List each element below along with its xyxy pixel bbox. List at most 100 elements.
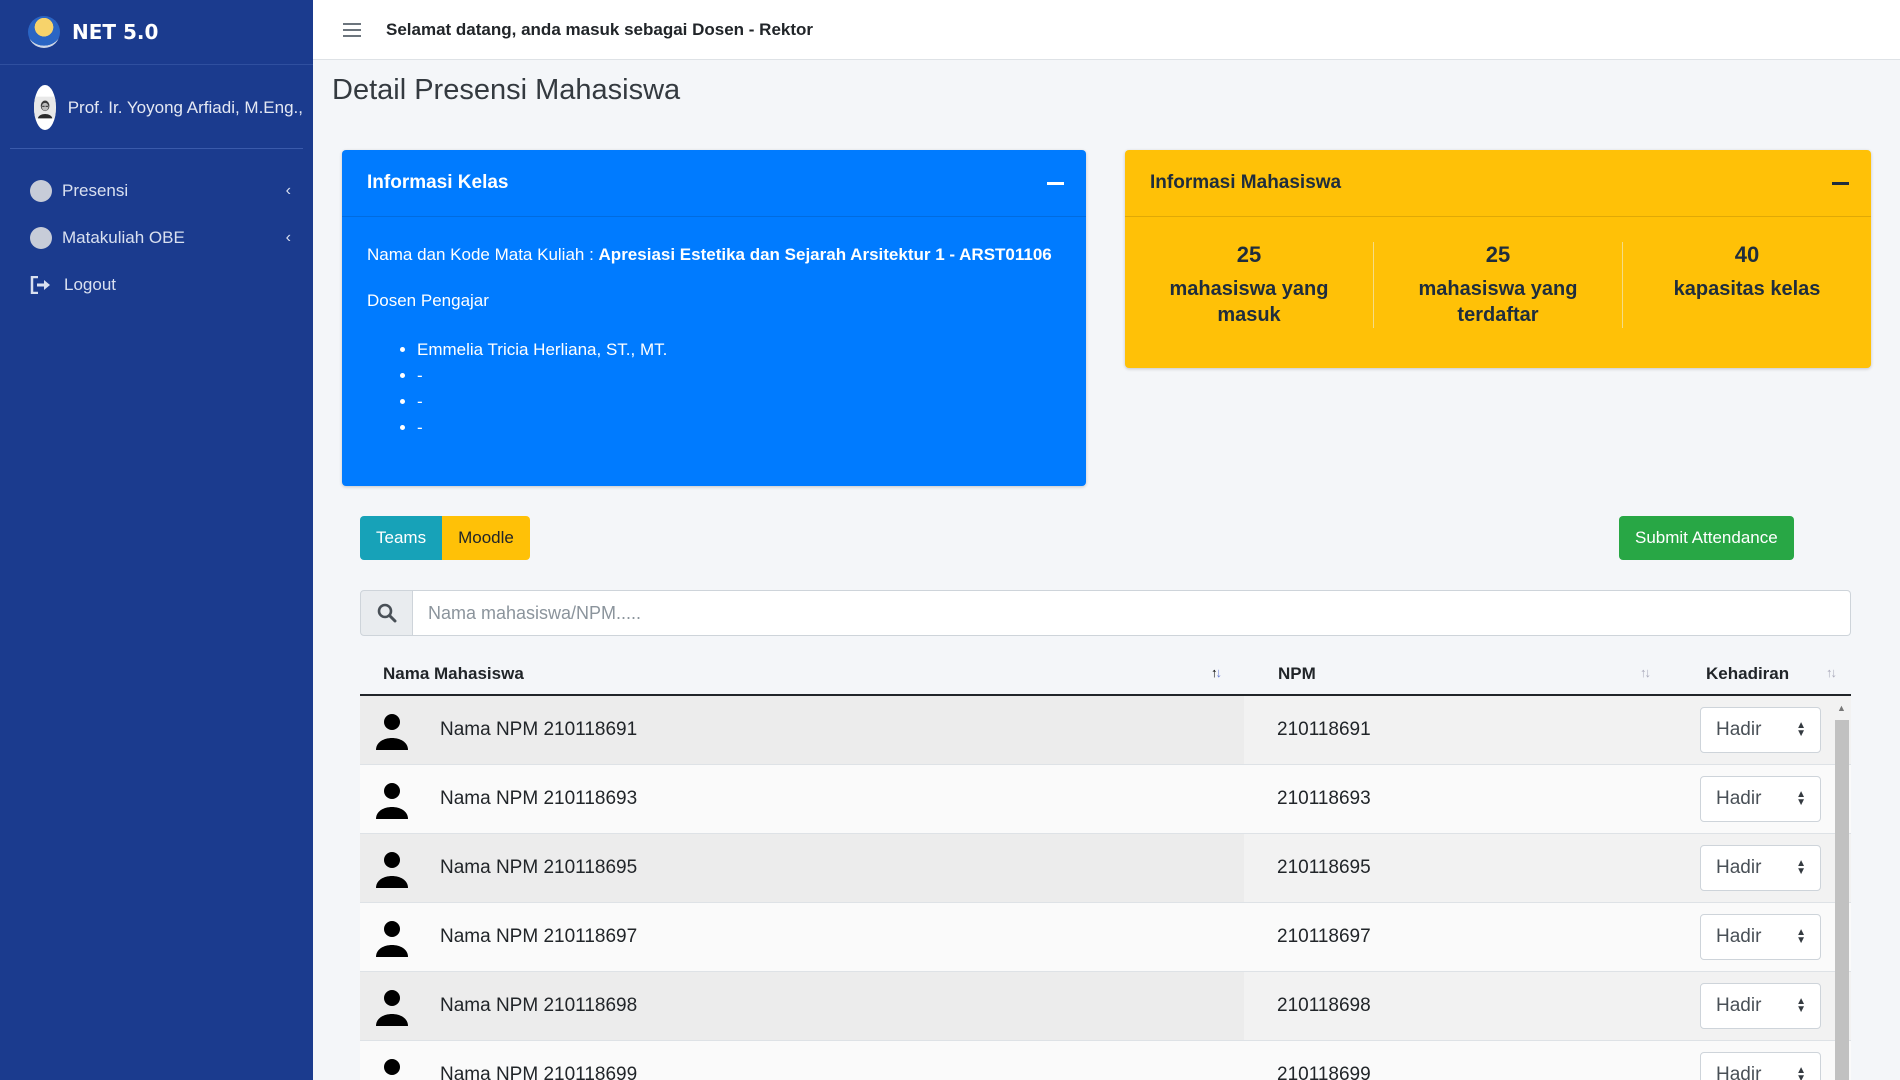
teams-button[interactable]: Teams <box>360 516 443 560</box>
brand-link[interactable]: NET 5.0 <box>0 0 313 65</box>
student-name: Nama NPM 210118697 <box>440 926 638 947</box>
card-informasi-kelas: Informasi Kelas Nama dan Kode Mata Kulia… <box>342 150 1086 486</box>
logout-icon <box>30 275 54 294</box>
kehadiran-select[interactable]: Hadir ▲ ▼ <box>1700 1052 1821 1080</box>
submit-attendance-button[interactable]: Submit Attendance <box>1619 516 1794 560</box>
table-scrollbar[interactable]: ▲ <box>1832 703 1851 1080</box>
scroll-thumb[interactable] <box>1835 720 1849 1080</box>
stat-terdaftar: 25 mahasiswa yang terdaftar <box>1373 242 1622 328</box>
person-icon <box>384 1059 400 1075</box>
cell-nama: Nama NPM 210118695 <box>360 834 1244 902</box>
sort-icon[interactable]: ↑↓ <box>1211 665 1222 680</box>
table-header: Nama Mahasiswa ↑↓ NPM ↑↓ Kehadiran ↑↓ <box>360 654 1851 696</box>
menu-toggle-icon[interactable] <box>343 22 361 37</box>
welcome-text: Selamat datang, anda masuk sebagai Dosen… <box>386 19 814 39</box>
collapse-minus-icon[interactable] <box>1047 182 1064 185</box>
select-arrows-icon: ▲ ▼ <box>1796 858 1806 877</box>
collapse-minus-icon[interactable] <box>1832 182 1849 185</box>
student-name: Nama NPM 210118698 <box>440 995 638 1016</box>
avatar <box>34 85 56 130</box>
table-row: Nama NPM 210118697 210118697 Hadir ▲ ▼ <box>360 903 1851 972</box>
topbar: Selamat datang, anda masuk sebagai Dosen… <box>313 0 1900 60</box>
person-icon <box>376 714 408 750</box>
cell-npm: 210118697 <box>1277 926 1371 947</box>
column-header-npm[interactable]: NPM <box>1278 654 1316 694</box>
dosen-item: - <box>417 389 1061 415</box>
moodle-button[interactable]: Moodle <box>442 516 530 560</box>
cell-nama: Nama NPM 210118698 <box>360 972 1244 1040</box>
course-value: Apresiasi Estetika dan Sejarah Arsitektu… <box>598 245 1052 264</box>
stat-masuk: 25 mahasiswa yang masuk <box>1125 242 1373 328</box>
cell-nama: Nama NPM 210118697 <box>360 903 1244 971</box>
circle-icon <box>30 179 52 202</box>
select-arrows-icon: ▲ ▼ <box>1796 789 1806 808</box>
cell-npm: 210118699 <box>1277 1064 1371 1080</box>
cell-npm: 210118698 <box>1277 995 1371 1016</box>
select-value: Hadir <box>1716 1064 1762 1080</box>
select-arrows-icon: ▲ ▼ <box>1796 996 1806 1015</box>
source-button-group: Teams Moodle <box>360 516 530 560</box>
kehadiran-select[interactable]: Hadir ▲ ▼ <box>1700 983 1821 1029</box>
student-name: Nama NPM 210118693 <box>440 788 638 809</box>
cell-nama: Nama NPM 210118693 <box>360 765 1244 833</box>
stat-value: 25 <box>1236 242 1262 267</box>
sidebar-item-presensi[interactable]: Presensi ‹ <box>0 167 313 214</box>
dosen-item: Emmelia Tricia Herliana, ST., MT. <box>417 337 1061 363</box>
card-body: Nama dan Kode Mata Kuliah : Apresiasi Es… <box>342 217 1086 469</box>
person-icon <box>376 921 408 957</box>
person-icon <box>376 783 408 819</box>
card-header: Informasi Kelas <box>342 150 1086 217</box>
select-value: Hadir <box>1716 788 1762 809</box>
column-header-nama[interactable]: Nama Mahasiswa <box>383 654 524 694</box>
sidebar: NET 5.0 Prof. Ir. Yoyong Arfiadi, M.Eng.… <box>0 0 313 1080</box>
stat-value: 40 <box>1734 242 1760 267</box>
dosen-item: - <box>417 363 1061 389</box>
cell-nama: Nama NPM 210118699 <box>360 1041 1244 1080</box>
table-row: Nama NPM 210118691 210118691 Hadir ▲ ▼ <box>360 696 1851 765</box>
stat-label: mahasiswa yang terdaftar <box>1418 278 1578 326</box>
person-icon <box>376 990 408 1026</box>
scroll-up-icon[interactable]: ▲ <box>1832 703 1851 717</box>
brand-text: NET 5.0 <box>72 20 159 44</box>
stat-label: kapasitas kelas <box>1673 278 1821 300</box>
stat-label: mahasiswa yang masuk <box>1169 278 1329 326</box>
select-value: Hadir <box>1716 926 1762 947</box>
brand-logo <box>28 16 60 48</box>
page-title: Detail Presensi Mahasiswa <box>332 74 681 106</box>
select-arrows-icon: ▲ ▼ <box>1796 927 1806 946</box>
table-row: Nama NPM 210118693 210118693 Hadir ▲ ▼ <box>360 765 1851 834</box>
table-body: Nama NPM 210118691 210118691 Hadir ▲ ▼ Nam… <box>360 696 1851 1080</box>
sidebar-item-label: Logout <box>64 274 116 294</box>
select-value: Hadir <box>1716 719 1762 740</box>
search-icon[interactable] <box>360 590 413 636</box>
search-bar <box>360 590 1851 636</box>
student-name: Nama NPM 210118699 <box>440 1064 638 1080</box>
sidebar-item-logout[interactable]: Logout <box>0 261 313 308</box>
user-name: Prof. Ir. Yoyong Arfiadi, M.Eng., <box>67 97 303 117</box>
kehadiran-select[interactable]: Hadir ▲ ▼ <box>1700 845 1821 891</box>
student-name: Nama NPM 210118691 <box>440 719 638 740</box>
stat-kapasitas: 40 kapasitas kelas <box>1622 242 1871 328</box>
table-row: Nama NPM 210118695 210118695 Hadir ▲ ▼ <box>360 834 1851 903</box>
course-label: Nama dan Kode Mata Kuliah : <box>367 245 599 264</box>
select-arrows-icon: ▲ ▼ <box>1796 1065 1806 1080</box>
user-panel[interactable]: Prof. Ir. Yoyong Arfiadi, M.Eng., <box>10 65 303 149</box>
sidebar-item-matakuliah-obe[interactable]: Matakuliah OBE ‹ <box>0 214 313 261</box>
sidebar-nav: Presensi ‹ Matakuliah OBE ‹ Logout <box>0 149 313 308</box>
kehadiran-select[interactable]: Hadir ▲ ▼ <box>1700 776 1821 822</box>
table-row: Nama NPM 210118698 210118698 Hadir ▲ ▼ <box>360 972 1851 1041</box>
column-header-kehadiran[interactable]: Kehadiran <box>1706 654 1789 694</box>
sort-icon[interactable]: ↑↓ <box>1826 665 1837 680</box>
cell-npm: 210118693 <box>1277 788 1371 809</box>
kehadiran-select[interactable]: Hadir ▲ ▼ <box>1700 914 1821 960</box>
table-row: Nama NPM 210118699 210118699 Hadir ▲ ▼ <box>360 1041 1851 1080</box>
kehadiran-select[interactable]: Hadir ▲ ▼ <box>1700 707 1821 753</box>
cell-nama: Nama NPM 210118691 <box>360 696 1244 764</box>
search-input[interactable] <box>413 590 1851 636</box>
select-value: Hadir <box>1716 995 1762 1016</box>
sort-icon[interactable]: ↑↓ <box>1640 665 1651 680</box>
dosen-label: Dosen Pengajar <box>367 291 489 310</box>
course-info: Nama dan Kode Mata Kuliah : Apresiasi Es… <box>367 245 1061 265</box>
select-value: Hadir <box>1716 857 1762 878</box>
cell-npm: 210118691 <box>1277 719 1371 740</box>
